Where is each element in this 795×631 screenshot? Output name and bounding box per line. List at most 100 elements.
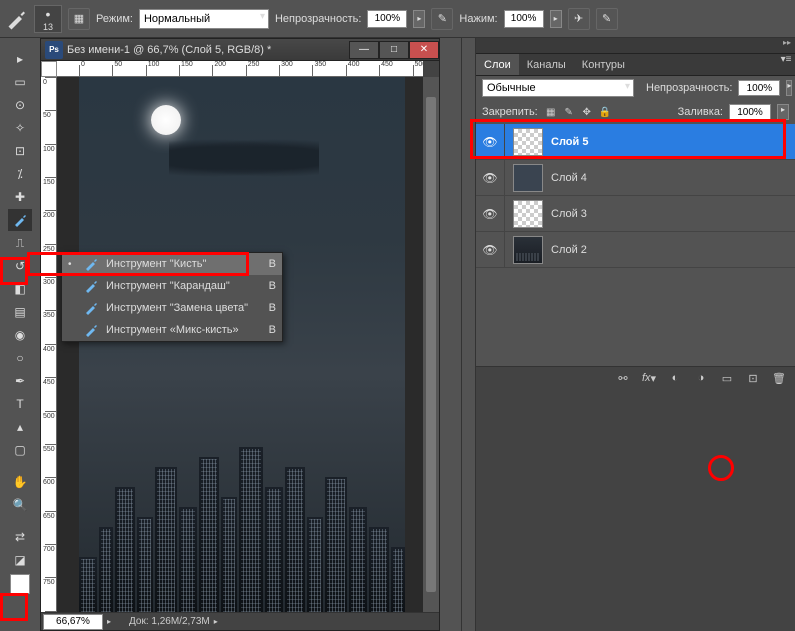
blend-mode-select-wrap[interactable]	[139, 9, 269, 29]
visibility-icon[interactable]: 👁	[476, 171, 504, 185]
ruler-corner	[41, 61, 57, 77]
visibility-icon[interactable]: 👁	[476, 243, 504, 257]
layer-thumbnail[interactable]	[513, 128, 543, 156]
zoom-tool[interactable]: 🔍	[8, 494, 32, 516]
layer-opacity-arrow[interactable]: ▸	[786, 80, 792, 96]
fill-label: Заливка:	[678, 106, 723, 118]
marquee-tool[interactable]: ▭	[8, 71, 32, 93]
layer-name[interactable]: Слой 4	[551, 172, 795, 184]
layer-group-icon[interactable]: ▭	[719, 370, 735, 386]
tab-layers[interactable]: Слои	[476, 54, 519, 75]
layer-fx-icon[interactable]: fx▾	[641, 370, 657, 386]
stamp-tool[interactable]: ⎍	[8, 232, 32, 254]
layer-row[interactable]: 👁 Слой 2	[476, 232, 795, 268]
adjustment-layer-icon[interactable]: ◑	[693, 370, 709, 386]
flyout-item-color-replace[interactable]: Инструмент "Замена цвета"B	[62, 297, 282, 319]
flyout-item-brush[interactable]: •Инструмент "Кисть"B	[62, 253, 282, 275]
doc-info-arrow[interactable]: ▸	[214, 617, 218, 626]
blend-mode-select[interactable]	[139, 9, 269, 29]
dodge-tool[interactable]: ○	[8, 347, 32, 369]
panel-footer: ⚯ fx▾ ◐ ◑ ▭ ⊡ 🗑	[476, 366, 795, 390]
delete-layer-icon[interactable]: 🗑	[771, 370, 787, 386]
opacity-input[interactable]	[367, 10, 407, 28]
pen-tool[interactable]: ✒	[8, 370, 32, 392]
lock-fill-row: Закрепить: ▦ ✎ ✥ 🔒 Заливка: ▸	[476, 100, 795, 124]
panel-menu-icon[interactable]: ▾≡	[777, 54, 795, 75]
ruler-horizontal[interactable]: 050100150200250300350400450500	[57, 61, 423, 77]
layer-opacity-input[interactable]	[738, 80, 780, 96]
minimize-button[interactable]: —	[349, 41, 379, 59]
lock-image-icon[interactable]: ✎	[562, 105, 576, 119]
flow-arrow[interactable]: ▸	[550, 10, 562, 28]
maximize-button[interactable]: □	[379, 41, 409, 59]
layer-blend-select[interactable]	[482, 79, 634, 97]
layer-row[interactable]: 👁 Слой 5	[476, 124, 795, 160]
vertical-scrollbar[interactable]	[423, 77, 439, 612]
lock-all-icon[interactable]: 🔒	[598, 105, 612, 119]
tablet-opacity-icon[interactable]: ✎	[431, 8, 453, 30]
flow-label: Нажим:	[459, 13, 497, 25]
close-button[interactable]: ✕	[409, 41, 439, 59]
wand-tool[interactable]: ✧	[8, 117, 32, 139]
statusbar-arrow[interactable]: ▸	[107, 617, 111, 626]
panel-collapse-icon[interactable]: ▸▸	[779, 38, 795, 52]
tool-preset-icon[interactable]	[4, 7, 28, 31]
shape-tool[interactable]: ▢	[8, 439, 32, 461]
airbrush-icon[interactable]: ✈	[568, 8, 590, 30]
default-colors-icon[interactable]: ◪	[8, 549, 32, 571]
layer-blend-select-wrap[interactable]	[482, 79, 634, 97]
blur-tool[interactable]: ◉	[8, 324, 32, 346]
flyout-item-pencil[interactable]: Инструмент "Карандаш"B	[62, 275, 282, 297]
tab-paths[interactable]: Контуры	[574, 54, 633, 75]
flow-input[interactable]	[504, 10, 544, 28]
layer-thumbnail[interactable]	[513, 164, 543, 192]
document-area: Ps Без имени-1 @ 66,7% (Слой 5, RGB/8) *…	[34, 38, 461, 631]
history-brush-tool[interactable]: ↺	[8, 255, 32, 277]
ruler-vertical[interactable]: 0501001502002503003504004505005506006507…	[41, 77, 57, 612]
tablet-size-icon[interactable]: ✎	[596, 8, 618, 30]
move-tool[interactable]: ▸	[8, 48, 32, 70]
zoom-field[interactable]: 66,67%	[43, 614, 103, 630]
eraser-tool[interactable]: ◧	[8, 278, 32, 300]
pencil-icon	[82, 278, 100, 294]
lock-position-icon[interactable]: ✥	[580, 105, 594, 119]
layer-fill-arrow[interactable]: ▸	[777, 104, 789, 120]
flyout-item-mixer[interactable]: Инструмент «Микс-кисть»B	[62, 319, 282, 341]
eyedropper-tool[interactable]: ⁒	[8, 163, 32, 185]
layer-name[interactable]: Слой 2	[551, 244, 795, 256]
hand-tool[interactable]: ✋	[8, 471, 32, 493]
new-layer-icon[interactable]: ⊡	[745, 370, 761, 386]
layer-fill-input[interactable]	[729, 104, 771, 120]
swap-colors-icon[interactable]: ⇄	[8, 526, 32, 548]
link-layers-icon[interactable]: ⚯	[615, 370, 631, 386]
flyout-label: Инструмент "Замена цвета"	[106, 302, 258, 314]
layer-mask-icon[interactable]: ◐	[667, 370, 683, 386]
titlebar[interactable]: Ps Без имени-1 @ 66,7% (Слой 5, RGB/8) *…	[41, 39, 439, 61]
opacity-arrow[interactable]: ▸	[413, 10, 425, 28]
path-select-tool[interactable]: ▴	[8, 416, 32, 438]
canvas[interactable]	[57, 77, 423, 612]
layer-row[interactable]: 👁 Слой 3	[476, 196, 795, 232]
type-tool[interactable]: T	[8, 393, 32, 415]
brush-panel-toggle[interactable]: ▦	[68, 8, 90, 30]
crop-tool[interactable]: ⊡	[8, 140, 32, 162]
foreground-color[interactable]	[10, 574, 30, 594]
visibility-icon[interactable]: 👁	[476, 135, 504, 149]
tab-channels[interactable]: Каналы	[519, 54, 574, 75]
flyout-label: Инструмент «Микс-кисть»	[106, 324, 258, 336]
visibility-icon[interactable]: 👁	[476, 207, 504, 221]
lock-transparent-icon[interactable]: ▦	[544, 105, 558, 119]
brush-preview[interactable]: 13	[34, 5, 62, 33]
brush-flyout: •Инструмент "Кисть"BИнструмент "Карандаш…	[61, 252, 283, 342]
gradient-tool[interactable]: ▤	[8, 301, 32, 323]
layers-panel: ▸▸ Слои Каналы Контуры ▾≡ Непрозрачность…	[475, 38, 795, 631]
layer-name[interactable]: Слой 5	[551, 136, 795, 148]
layer-name[interactable]: Слой 3	[551, 208, 795, 220]
layer-thumbnail[interactable]	[513, 236, 543, 264]
cloud-graphic	[169, 139, 319, 177]
brush-tool[interactable]	[8, 209, 32, 231]
heal-tool[interactable]: ✚	[8, 186, 32, 208]
layer-thumbnail[interactable]	[513, 200, 543, 228]
layer-row[interactable]: 👁 Слой 4	[476, 160, 795, 196]
lasso-tool[interactable]: ⊙	[8, 94, 32, 116]
